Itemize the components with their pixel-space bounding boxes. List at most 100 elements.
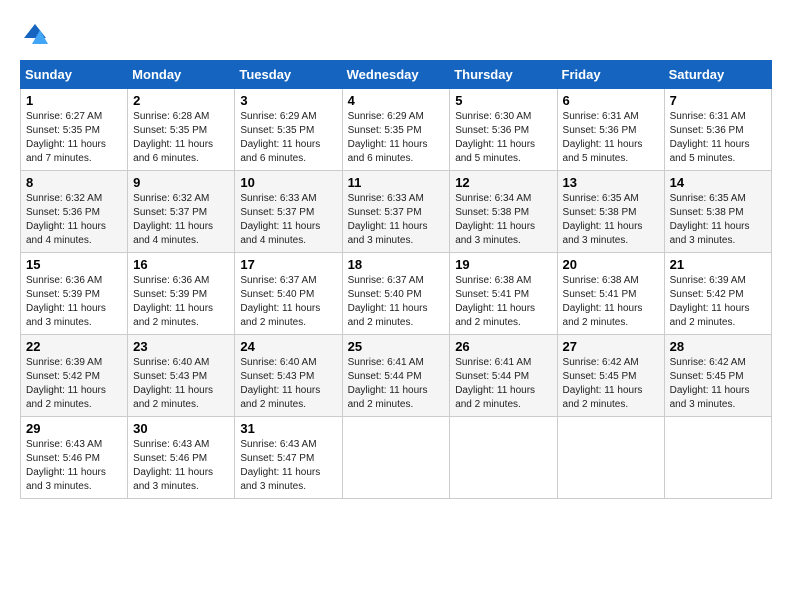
calendar-day-9: 9 Sunrise: 6:32 AM Sunset: 5:37 PM Dayli… <box>128 171 235 253</box>
weekday-header-thursday: Thursday <box>450 61 557 89</box>
weekday-header-sunday: Sunday <box>21 61 128 89</box>
calendar-day-31: 31 Sunrise: 6:43 AM Sunset: 5:47 PM Dayl… <box>235 417 342 499</box>
weekday-header-wednesday: Wednesday <box>342 61 450 89</box>
calendar-day-2: 2 Sunrise: 6:28 AM Sunset: 5:35 PM Dayli… <box>128 89 235 171</box>
weekday-header-monday: Monday <box>128 61 235 89</box>
day-number: 9 <box>133 175 229 190</box>
day-info: Sunrise: 6:40 AM Sunset: 5:43 PM Dayligh… <box>240 356 336 412</box>
calendar-week-1: 1 Sunrise: 6:27 AM Sunset: 5:35 PM Dayli… <box>21 89 772 171</box>
calendar-day-4: 4 Sunrise: 6:29 AM Sunset: 5:35 PM Dayli… <box>342 89 450 171</box>
day-number: 17 <box>240 257 336 272</box>
day-info: Sunrise: 6:41 AM Sunset: 5:44 PM Dayligh… <box>348 356 445 412</box>
day-info: Sunrise: 6:37 AM Sunset: 5:40 PM Dayligh… <box>240 274 336 330</box>
day-number: 24 <box>240 339 336 354</box>
calendar-day-19: 19 Sunrise: 6:38 AM Sunset: 5:41 PM Dayl… <box>450 253 557 335</box>
day-number: 25 <box>348 339 445 354</box>
day-number: 30 <box>133 421 229 436</box>
day-info: Sunrise: 6:39 AM Sunset: 5:42 PM Dayligh… <box>670 274 766 330</box>
day-number: 23 <box>133 339 229 354</box>
weekday-header-tuesday: Tuesday <box>235 61 342 89</box>
day-info: Sunrise: 6:35 AM Sunset: 5:38 PM Dayligh… <box>563 192 659 248</box>
day-info: Sunrise: 6:31 AM Sunset: 5:36 PM Dayligh… <box>670 110 766 166</box>
day-info: Sunrise: 6:40 AM Sunset: 5:43 PM Dayligh… <box>133 356 229 412</box>
day-info: Sunrise: 6:30 AM Sunset: 5:36 PM Dayligh… <box>455 110 551 166</box>
day-number: 5 <box>455 93 551 108</box>
logo-icon <box>20 20 50 50</box>
calendar-day-8: 8 Sunrise: 6:32 AM Sunset: 5:36 PM Dayli… <box>21 171 128 253</box>
calendar-day-7: 7 Sunrise: 6:31 AM Sunset: 5:36 PM Dayli… <box>664 89 771 171</box>
day-number: 1 <box>26 93 122 108</box>
day-number: 27 <box>563 339 659 354</box>
logo <box>20 20 54 50</box>
day-info: Sunrise: 6:36 AM Sunset: 5:39 PM Dayligh… <box>133 274 229 330</box>
calendar-day-13: 13 Sunrise: 6:35 AM Sunset: 5:38 PM Dayl… <box>557 171 664 253</box>
day-info: Sunrise: 6:36 AM Sunset: 5:39 PM Dayligh… <box>26 274 122 330</box>
day-info: Sunrise: 6:32 AM Sunset: 5:36 PM Dayligh… <box>26 192 122 248</box>
day-info: Sunrise: 6:31 AM Sunset: 5:36 PM Dayligh… <box>563 110 659 166</box>
day-info: Sunrise: 6:43 AM Sunset: 5:47 PM Dayligh… <box>240 438 336 494</box>
calendar-day-20: 20 Sunrise: 6:38 AM Sunset: 5:41 PM Dayl… <box>557 253 664 335</box>
calendar-day-24: 24 Sunrise: 6:40 AM Sunset: 5:43 PM Dayl… <box>235 335 342 417</box>
day-number: 2 <box>133 93 229 108</box>
day-number: 18 <box>348 257 445 272</box>
day-info: Sunrise: 6:27 AM Sunset: 5:35 PM Dayligh… <box>26 110 122 166</box>
empty-cell <box>664 417 771 499</box>
calendar-day-15: 15 Sunrise: 6:36 AM Sunset: 5:39 PM Dayl… <box>21 253 128 335</box>
day-number: 28 <box>670 339 766 354</box>
day-info: Sunrise: 6:43 AM Sunset: 5:46 PM Dayligh… <box>26 438 122 494</box>
calendar-day-18: 18 Sunrise: 6:37 AM Sunset: 5:40 PM Dayl… <box>342 253 450 335</box>
calendar-day-3: 3 Sunrise: 6:29 AM Sunset: 5:35 PM Dayli… <box>235 89 342 171</box>
day-number: 3 <box>240 93 336 108</box>
day-number: 8 <box>26 175 122 190</box>
day-number: 29 <box>26 421 122 436</box>
day-number: 4 <box>348 93 445 108</box>
day-info: Sunrise: 6:29 AM Sunset: 5:35 PM Dayligh… <box>348 110 445 166</box>
calendar-day-14: 14 Sunrise: 6:35 AM Sunset: 5:38 PM Dayl… <box>664 171 771 253</box>
empty-cell <box>557 417 664 499</box>
day-info: Sunrise: 6:38 AM Sunset: 5:41 PM Dayligh… <box>563 274 659 330</box>
day-number: 11 <box>348 175 445 190</box>
calendar-day-27: 27 Sunrise: 6:42 AM Sunset: 5:45 PM Dayl… <box>557 335 664 417</box>
calendar-day-12: 12 Sunrise: 6:34 AM Sunset: 5:38 PM Dayl… <box>450 171 557 253</box>
day-number: 26 <box>455 339 551 354</box>
day-number: 20 <box>563 257 659 272</box>
calendar-day-17: 17 Sunrise: 6:37 AM Sunset: 5:40 PM Dayl… <box>235 253 342 335</box>
day-info: Sunrise: 6:41 AM Sunset: 5:44 PM Dayligh… <box>455 356 551 412</box>
weekday-header-saturday: Saturday <box>664 61 771 89</box>
day-number: 6 <box>563 93 659 108</box>
day-info: Sunrise: 6:33 AM Sunset: 5:37 PM Dayligh… <box>240 192 336 248</box>
day-info: Sunrise: 6:32 AM Sunset: 5:37 PM Dayligh… <box>133 192 229 248</box>
calendar-week-5: 29 Sunrise: 6:43 AM Sunset: 5:46 PM Dayl… <box>21 417 772 499</box>
day-number: 16 <box>133 257 229 272</box>
calendar-day-16: 16 Sunrise: 6:36 AM Sunset: 5:39 PM Dayl… <box>128 253 235 335</box>
calendar-week-3: 15 Sunrise: 6:36 AM Sunset: 5:39 PM Dayl… <box>21 253 772 335</box>
calendar-day-23: 23 Sunrise: 6:40 AM Sunset: 5:43 PM Dayl… <box>128 335 235 417</box>
calendar-day-10: 10 Sunrise: 6:33 AM Sunset: 5:37 PM Dayl… <box>235 171 342 253</box>
day-number: 12 <box>455 175 551 190</box>
day-number: 31 <box>240 421 336 436</box>
day-number: 10 <box>240 175 336 190</box>
day-number: 22 <box>26 339 122 354</box>
day-info: Sunrise: 6:39 AM Sunset: 5:42 PM Dayligh… <box>26 356 122 412</box>
empty-cell <box>450 417 557 499</box>
calendar-week-2: 8 Sunrise: 6:32 AM Sunset: 5:36 PM Dayli… <box>21 171 772 253</box>
calendar-day-22: 22 Sunrise: 6:39 AM Sunset: 5:42 PM Dayl… <box>21 335 128 417</box>
day-info: Sunrise: 6:28 AM Sunset: 5:35 PM Dayligh… <box>133 110 229 166</box>
calendar-day-30: 30 Sunrise: 6:43 AM Sunset: 5:46 PM Dayl… <box>128 417 235 499</box>
page-header <box>20 20 772 50</box>
day-info: Sunrise: 6:38 AM Sunset: 5:41 PM Dayligh… <box>455 274 551 330</box>
calendar-day-1: 1 Sunrise: 6:27 AM Sunset: 5:35 PM Dayli… <box>21 89 128 171</box>
day-info: Sunrise: 6:34 AM Sunset: 5:38 PM Dayligh… <box>455 192 551 248</box>
day-number: 19 <box>455 257 551 272</box>
day-number: 14 <box>670 175 766 190</box>
calendar-day-29: 29 Sunrise: 6:43 AM Sunset: 5:46 PM Dayl… <box>21 417 128 499</box>
day-number: 7 <box>670 93 766 108</box>
calendar-week-4: 22 Sunrise: 6:39 AM Sunset: 5:42 PM Dayl… <box>21 335 772 417</box>
calendar-day-26: 26 Sunrise: 6:41 AM Sunset: 5:44 PM Dayl… <box>450 335 557 417</box>
weekday-header-friday: Friday <box>557 61 664 89</box>
day-info: Sunrise: 6:29 AM Sunset: 5:35 PM Dayligh… <box>240 110 336 166</box>
day-number: 13 <box>563 175 659 190</box>
calendar-day-25: 25 Sunrise: 6:41 AM Sunset: 5:44 PM Dayl… <box>342 335 450 417</box>
day-number: 21 <box>670 257 766 272</box>
empty-cell <box>342 417 450 499</box>
